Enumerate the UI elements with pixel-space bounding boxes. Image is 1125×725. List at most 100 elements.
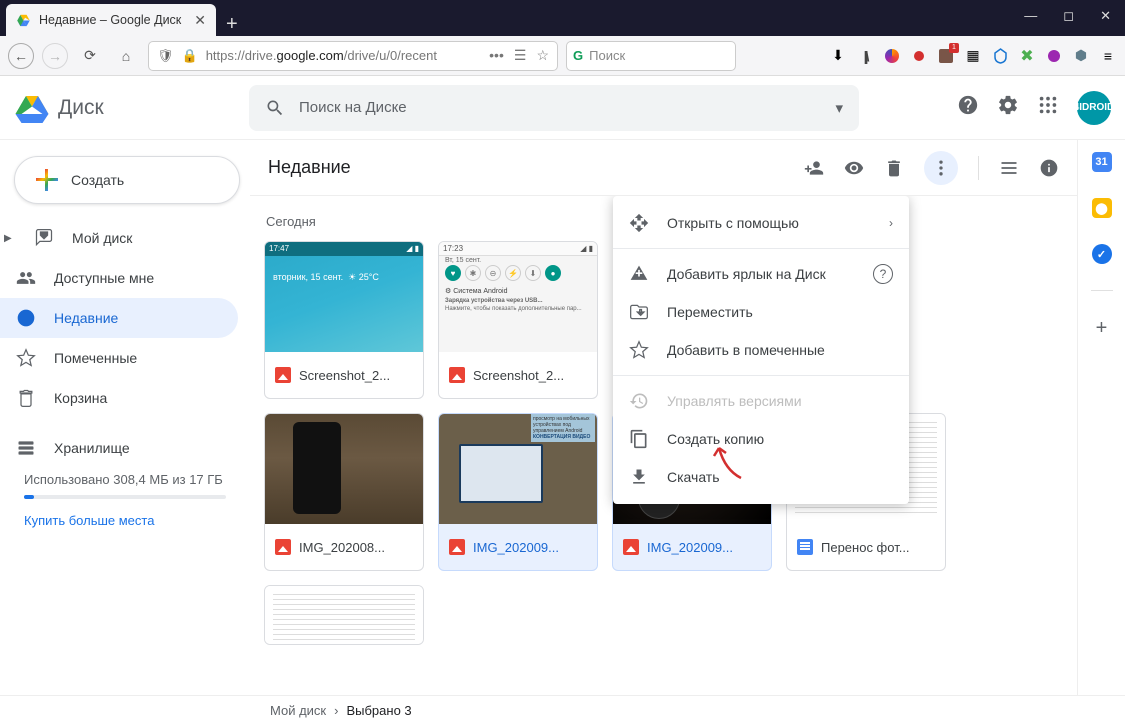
url-bar[interactable]: 🛡 🔒 https://drive.google.com/drive/u/0/r… bbox=[148, 41, 558, 71]
sidebar-item-shared[interactable]: Доступные мне bbox=[0, 258, 238, 298]
file-thumbnail: 17:47◢ ▮ вторник, 15 сент. ☀ 25°C bbox=[265, 242, 423, 352]
create-button[interactable]: Создать bbox=[14, 156, 240, 204]
image-type-icon bbox=[275, 367, 291, 383]
ctx-star[interactable]: Добавить в помеченные bbox=[613, 331, 909, 369]
ext-icon-5[interactable] bbox=[991, 47, 1009, 65]
back-button[interactable]: ← bbox=[8, 43, 34, 69]
apps-button[interactable] bbox=[1037, 94, 1059, 121]
file-card[interactable] bbox=[264, 585, 424, 645]
bookmark-icon[interactable]: ☆ bbox=[536, 47, 549, 64]
history-icon bbox=[629, 391, 649, 411]
add-addon-button[interactable]: + bbox=[1096, 317, 1108, 340]
url-more-icon[interactable]: ••• bbox=[489, 47, 504, 64]
window-controls: — ◻ ✕ bbox=[1024, 8, 1111, 24]
reload-button[interactable]: ⟳ bbox=[76, 42, 104, 70]
drive-search[interactable]: Поиск на Диске ▾ bbox=[249, 85, 859, 131]
storage-icon bbox=[16, 438, 36, 458]
ext-icon-1[interactable] bbox=[883, 47, 901, 65]
minimize-button[interactable]: — bbox=[1024, 8, 1037, 24]
drive-favicon bbox=[16, 13, 31, 28]
file-name: IMG_202008... bbox=[299, 540, 413, 555]
sidebar-item-label: Хранилище bbox=[54, 440, 130, 456]
drive-logo-icon bbox=[14, 90, 50, 126]
storage-used-text: Использовано 308,4 МБ из 17 ГБ bbox=[24, 472, 226, 487]
sidebar-item-my-drive[interactable]: ▶ Мой диск bbox=[0, 218, 238, 258]
image-type-icon bbox=[623, 539, 639, 555]
avatar[interactable]: 4IDROID bbox=[1077, 91, 1111, 125]
ext-icon-4[interactable]: ▦ bbox=[964, 47, 982, 65]
file-card[interactable]: 17:47◢ ▮ вторник, 15 сент. ☀ 25°C Screen… bbox=[264, 241, 424, 399]
more-actions-button[interactable] bbox=[924, 151, 958, 185]
sidebar-item-storage[interactable]: Хранилище bbox=[0, 428, 238, 468]
sidebar-item-trash[interactable]: Корзина bbox=[0, 378, 238, 418]
share-button[interactable] bbox=[804, 158, 824, 178]
sidebar-item-label: Мой диск bbox=[72, 230, 132, 246]
calendar-addon-icon[interactable]: 31 bbox=[1092, 152, 1112, 172]
browser-search[interactable]: G Поиск bbox=[566, 41, 736, 71]
file-name: IMG_202009... bbox=[647, 540, 761, 555]
move-icon bbox=[629, 302, 649, 322]
reader-mode-icon[interactable]: ☰ bbox=[514, 47, 527, 64]
drive-logo[interactable]: Диск bbox=[14, 90, 239, 126]
keep-addon-icon[interactable]: ⬤ bbox=[1092, 198, 1112, 218]
ctx-download[interactable]: Скачать bbox=[613, 458, 909, 496]
browser-menu-icon[interactable]: ≡ bbox=[1099, 47, 1117, 65]
file-card[interactable]: просмотр на мобильных устройствах под уп… bbox=[438, 413, 598, 571]
delete-button[interactable] bbox=[884, 158, 904, 178]
support-button[interactable] bbox=[957, 94, 979, 121]
recent-icon bbox=[16, 308, 36, 328]
file-card[interactable]: IMG_202008... bbox=[264, 413, 424, 571]
ctx-copy[interactable]: Создать копию bbox=[613, 420, 909, 458]
ext-icon-3[interactable]: 1 bbox=[937, 47, 955, 65]
file-thumbnail bbox=[265, 586, 423, 645]
library-icon[interactable]: ||\ bbox=[856, 47, 874, 65]
file-name: Screenshot_2... bbox=[473, 368, 587, 383]
maximize-button[interactable]: ◻ bbox=[1063, 8, 1074, 24]
image-type-icon bbox=[449, 539, 465, 555]
ext-icon-8[interactable]: ⬢ bbox=[1072, 47, 1090, 65]
drive-logo-text: Диск bbox=[58, 96, 104, 120]
app-header: Диск Поиск на Диске ▾ 4IDROID bbox=[0, 76, 1125, 140]
shared-icon bbox=[16, 268, 36, 288]
close-window-button[interactable]: ✕ bbox=[1100, 8, 1111, 24]
settings-button[interactable] bbox=[997, 94, 1019, 121]
ctx-add-shortcut[interactable]: Добавить ярлык на Диск ? bbox=[613, 255, 909, 293]
tasks-addon-icon[interactable]: ✓ bbox=[1092, 244, 1112, 264]
list-view-button[interactable] bbox=[999, 158, 1019, 178]
ctx-open-with[interactable]: Открыть с помощью › bbox=[613, 204, 909, 242]
ext-icon-7[interactable] bbox=[1045, 47, 1063, 65]
sidebar-item-starred[interactable]: Помеченные bbox=[0, 338, 238, 378]
downloads-icon[interactable]: ⬇ bbox=[829, 47, 847, 65]
home-button[interactable]: ⌂ bbox=[112, 42, 140, 70]
buy-storage-link[interactable]: Купить больше места bbox=[24, 513, 154, 528]
search-placeholder: Поиск bbox=[589, 48, 625, 63]
ctx-move[interactable]: Переместить bbox=[613, 293, 909, 331]
expand-icon[interactable]: ▶ bbox=[4, 233, 14, 244]
tab-close-button[interactable]: ✕ bbox=[194, 12, 206, 29]
shield-icon: 🛡 bbox=[157, 48, 174, 64]
file-card[interactable]: 17:23◢ ▮ Вт, 15 сент. ♥✱⊖⚡⬇● ⚙ Система A… bbox=[438, 241, 598, 399]
info-button[interactable] bbox=[1039, 158, 1059, 178]
browser-toolbar: ← → ⟳ ⌂ 🛡 🔒 https://drive.google.com/dri… bbox=[0, 36, 1125, 76]
image-type-icon bbox=[449, 367, 465, 383]
preview-button[interactable] bbox=[844, 158, 864, 178]
forward-button[interactable]: → bbox=[42, 43, 68, 69]
ext-icon-6[interactable]: ✖ bbox=[1018, 47, 1036, 65]
open-with-icon bbox=[629, 213, 649, 233]
browser-tab[interactable]: Недавние – Google Диск ✕ bbox=[6, 4, 216, 36]
drive-shortcut-icon bbox=[629, 264, 649, 284]
sidebar-item-recent[interactable]: Недавние bbox=[0, 298, 238, 338]
new-tab-button[interactable]: + bbox=[216, 13, 248, 36]
star-icon bbox=[629, 340, 649, 360]
search-icon bbox=[265, 98, 285, 118]
file-name: Screenshot_2... bbox=[299, 368, 413, 383]
drive-search-placeholder: Поиск на Диске bbox=[299, 99, 407, 116]
help-icon[interactable]: ? bbox=[873, 264, 893, 284]
download-icon bbox=[629, 467, 649, 487]
search-options-icon[interactable]: ▾ bbox=[835, 99, 843, 117]
lock-icon: 🔒 bbox=[182, 48, 198, 64]
breadcrumb-root[interactable]: Мой диск bbox=[270, 703, 326, 718]
tab-title: Недавние – Google Диск bbox=[39, 13, 181, 27]
ext-icon-2[interactable] bbox=[910, 47, 928, 65]
file-content: Сегодня 17:47◢ ▮ вторник, 15 сент. ☀ 25°… bbox=[250, 196, 1077, 695]
